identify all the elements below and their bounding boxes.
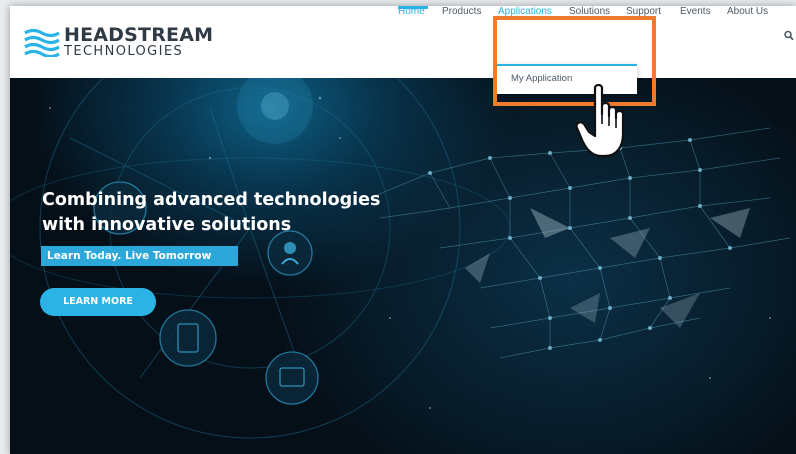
hero-headline-line2: with innovative solutions [42,215,292,235]
hand-pointer-icon [575,84,625,158]
search-icon[interactable] [784,30,794,42]
network-background-graphic [10,78,791,439]
nav-home[interactable]: Home [398,6,425,17]
learn-more-button[interactable]: LEARN MORE [40,288,156,316]
logo-name: HEADSTREAM [64,24,214,46]
nav-products[interactable]: Products [442,6,481,17]
hero-headline-line1: Combining advanced technologies [42,190,381,210]
site-logo[interactable]: HEADSTREAM TECHNOLOGIES [24,24,213,64]
nav-events[interactable]: Events [680,6,711,17]
logo-waves-icon [24,28,60,57]
browser-page: HEADSTREAM TECHNOLOGIES Home Products Ap… [10,6,796,454]
hero-headline: Combining advanced technologies with inn… [42,188,380,238]
nav-about-us[interactable]: About Us [727,6,768,17]
hero-tagline: Learn Today. Live Tomorrow [41,246,238,266]
hero-banner: Combining advanced technologies with inn… [10,78,796,454]
logo-subtitle: TECHNOLOGIES [64,44,184,59]
site-header: HEADSTREAM TECHNOLOGIES Home Products Ap… [10,6,796,78]
